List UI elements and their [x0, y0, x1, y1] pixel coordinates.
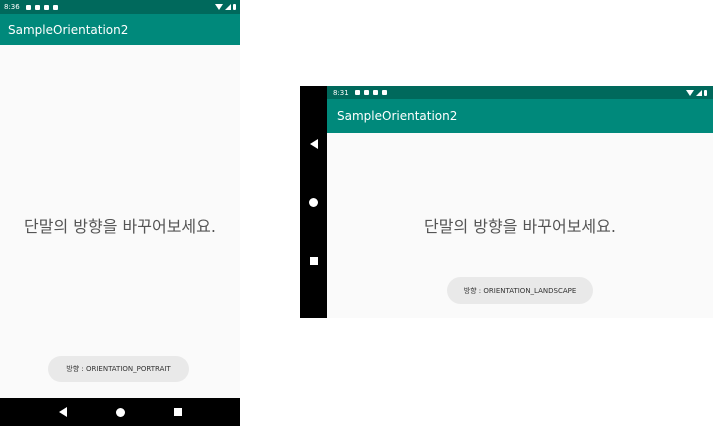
- shield-icon: [34, 4, 40, 10]
- orientation-button[interactable]: 방향 : ORIENTATION_LANDSCAPE: [447, 277, 593, 304]
- app-title: SampleOrientation2: [337, 109, 458, 123]
- app-bar: SampleOrientation2: [0, 14, 240, 45]
- battery-icon: [233, 4, 236, 10]
- home-icon[interactable]: [115, 407, 125, 417]
- back-icon[interactable]: [309, 138, 318, 149]
- portrait-screen: 8:36 SampleOrientation2 단말의 방향을 바꾸어보세요. …: [0, 0, 240, 426]
- settings-icon: [25, 4, 31, 10]
- app-title: SampleOrientation2: [8, 22, 129, 37]
- wifi-icon: [215, 4, 223, 10]
- instruction-text: 단말의 방향을 바꾸어보세요.: [24, 217, 216, 236]
- battery-icon: [704, 89, 707, 96]
- notification-icon: [372, 90, 378, 95]
- app-bar: SampleOrientation2: [327, 99, 713, 133]
- status-bar: 8:31: [327, 86, 713, 99]
- status-time: 8:36: [4, 3, 20, 11]
- sim-icon: [381, 90, 387, 95]
- navigation-bar: [0, 398, 240, 426]
- content-area: 단말의 방향을 바꾸어보세요. 방향 : ORIENTATION_PORTRAI…: [0, 45, 240, 398]
- notification-icon: [43, 4, 49, 10]
- navigation-bar: [300, 86, 327, 318]
- back-icon[interactable]: [58, 407, 67, 417]
- signal-icon: [696, 89, 702, 96]
- wifi-icon: [686, 89, 694, 96]
- landscape-screen: 8:31 SampleOrientation2 단말의 방향을 바꾸어보세요. …: [300, 86, 713, 318]
- content-area: 단말의 방향을 바꾸어보세요. 방향 : ORIENTATION_LANDSCA…: [327, 133, 713, 318]
- instruction-text: 단말의 방향을 바꾸어보세요.: [424, 217, 616, 236]
- sim-icon: [52, 4, 58, 10]
- recents-icon[interactable]: [173, 408, 182, 416]
- status-time: 8:31: [333, 88, 349, 97]
- shield-icon: [363, 90, 369, 95]
- signal-icon: [225, 4, 231, 10]
- orientation-button[interactable]: 방향 : ORIENTATION_PORTRAIT: [48, 356, 189, 382]
- status-bar: 8:36: [0, 0, 240, 14]
- home-icon[interactable]: [309, 198, 318, 208]
- recents-icon[interactable]: [309, 257, 318, 266]
- settings-icon: [354, 90, 360, 95]
